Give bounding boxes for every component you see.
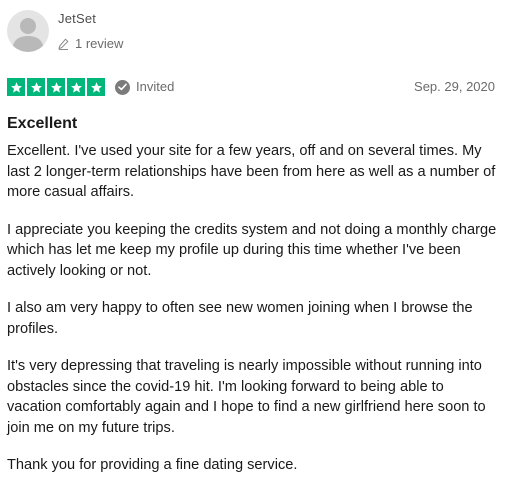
reviewer-header: JetSet 1 review bbox=[7, 10, 123, 54]
invited-label: Invited bbox=[136, 79, 175, 94]
review-card: JetSet 1 review Invited Sep. 29, 2020 Ex… bbox=[0, 0, 505, 497]
reviewer-name[interactable]: JetSet bbox=[58, 11, 123, 27]
avatar[interactable] bbox=[7, 10, 49, 52]
star-rating bbox=[7, 78, 107, 96]
star-icon bbox=[67, 78, 85, 96]
review-date: Sep. 29, 2020 bbox=[414, 79, 495, 94]
star-icon bbox=[87, 78, 105, 96]
review-paragraph: Excellent. I've used your site for a few… bbox=[7, 143, 496, 200]
review-count: 1 review bbox=[75, 36, 124, 51]
star-icon bbox=[7, 78, 25, 96]
review-paragraph: Thank you for providing a fine dating se… bbox=[7, 457, 298, 473]
invited-badge[interactable]: Invited bbox=[115, 79, 174, 95]
star-icon bbox=[47, 78, 65, 96]
review-paragraph: It's very depressing that traveling is n… bbox=[7, 358, 486, 436]
user-silhouette-icon bbox=[12, 18, 44, 52]
reviewer-meta: 1 review bbox=[58, 36, 123, 52]
check-circle-icon bbox=[115, 79, 130, 95]
review-title[interactable]: Excellent bbox=[7, 114, 77, 134]
review-paragraph: I appreciate you keeping the credits sys… bbox=[7, 221, 497, 279]
review-paragraph: I also am very happy to often see new wo… bbox=[7, 300, 473, 337]
review-body: Excellent. I've used your site for a few… bbox=[7, 141, 499, 493]
pencil-icon bbox=[58, 38, 69, 50]
star-icon bbox=[27, 78, 45, 96]
rating-row: Invited Sep. 29, 2020 bbox=[7, 78, 495, 98]
reviewer-info: JetSet 1 review bbox=[58, 10, 123, 52]
